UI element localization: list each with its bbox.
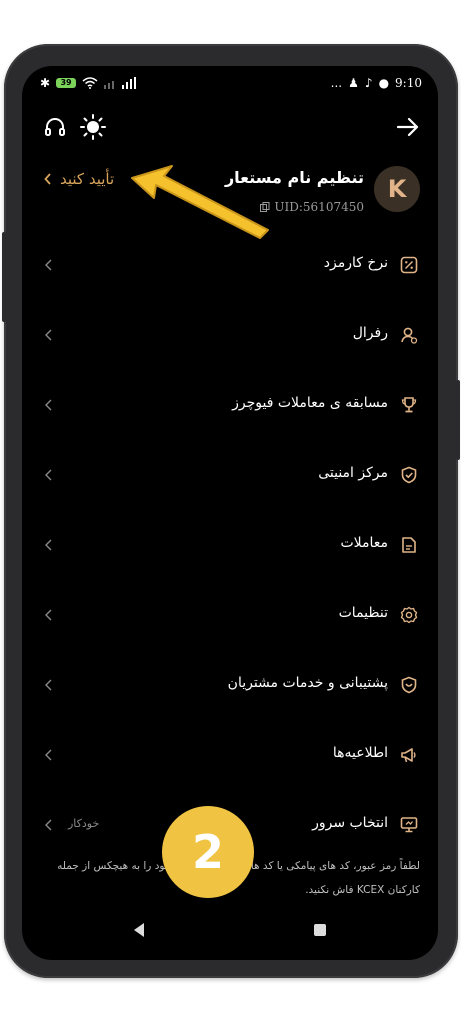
chevron-left-icon	[45, 749, 52, 761]
clock-time: 9:10	[395, 76, 422, 90]
status-bar: ✱ 39 ... ♟ ♪ ● 9:10	[22, 72, 438, 100]
menu-item-label: رفرال	[352, 325, 388, 341]
wifi-icon	[82, 77, 98, 89]
avatar[interactable]: K	[374, 166, 420, 212]
gear-icon	[400, 606, 418, 624]
server-mode-value: خودکار	[68, 817, 100, 830]
server-monitor-icon	[400, 817, 418, 833]
top-toolbar	[22, 106, 438, 146]
chevron-left-icon	[45, 679, 52, 691]
nav-back-icon[interactable]	[132, 922, 146, 938]
annotation-arrow	[131, 165, 269, 239]
chevron-left-icon	[45, 819, 52, 831]
user-plus-icon	[401, 327, 418, 344]
more-status-text: ...	[330, 76, 343, 90]
menu-item-futures-competition[interactable]: مسابقه ی معاملات فیوچرز	[22, 371, 438, 441]
chevron-left-icon	[45, 329, 52, 341]
chevron-left-icon	[45, 539, 52, 551]
menu-item-support[interactable]: پشتیبانی و خدمات مشتریان	[22, 651, 438, 721]
menu-item-label: مرکز امنیتی	[318, 465, 388, 481]
step-number-badge: 2	[162, 806, 254, 898]
message-icon: ●	[378, 76, 390, 90]
arrow-right-icon[interactable]	[396, 116, 420, 138]
menu-item-security-center[interactable]: مرکز امنیتی	[22, 441, 438, 511]
headset-icon[interactable]	[44, 116, 66, 138]
chevron-left-icon	[45, 259, 52, 271]
uid-text: UID:56107450	[274, 200, 364, 214]
megaphone-icon	[401, 748, 416, 763]
menu-item-label: انتخاب سرور	[312, 815, 388, 831]
menu-item-settings[interactable]: تنظیمات	[22, 581, 438, 651]
menu-item-label: اطلاعیه‌ها	[332, 745, 388, 761]
power-button	[456, 380, 460, 460]
menu-item-announcements[interactable]: اطلاعیه‌ها	[22, 721, 438, 791]
menu-item-label: تنظیمات	[338, 605, 388, 621]
percent-icon	[400, 256, 418, 274]
chevron-left-icon	[44, 173, 51, 185]
notification-icon: ♟	[348, 76, 359, 90]
menu-item-label: مسابقه ی معاملات فیوچرز	[232, 395, 388, 411]
volume-button	[2, 232, 6, 322]
chevron-left-icon	[45, 469, 52, 481]
system-nav-bar	[22, 912, 438, 952]
music-icon: ♪	[364, 76, 373, 90]
bluetooth-icon: ✱	[40, 76, 51, 90]
menu-item-label: معاملات	[340, 535, 388, 551]
signal-icon	[104, 77, 137, 89]
sun-icon[interactable]	[80, 114, 106, 140]
menu-item-referral[interactable]: رفرال	[22, 301, 438, 371]
account-menu: نرخ کارمزد رفرال مسابقه ی معاملات فیوچرز…	[22, 231, 438, 861]
trophy-icon	[401, 397, 417, 413]
chevron-left-icon	[45, 399, 52, 411]
menu-item-label: پشتیبانی و خدمات مشتریان	[227, 675, 388, 691]
document-icon	[402, 537, 416, 553]
shield-check-icon	[401, 466, 417, 484]
menu-item-trades[interactable]: معاملات	[22, 511, 438, 581]
battery-indicator: 39	[56, 78, 77, 88]
verify-label: تأیید کنید	[60, 170, 115, 188]
nav-recents-icon[interactable]	[313, 923, 327, 937]
chevron-left-icon	[45, 609, 52, 621]
verify-button[interactable]: تأیید کنید	[44, 170, 114, 188]
menu-item-label: نرخ کارمزد	[323, 255, 388, 271]
support-shield-icon	[401, 676, 417, 694]
